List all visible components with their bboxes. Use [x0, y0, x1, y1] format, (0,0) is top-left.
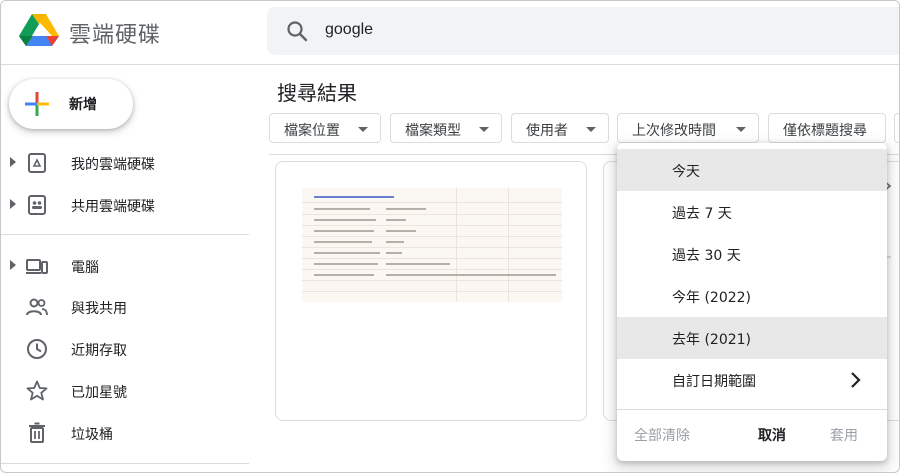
thumb-grid-line: [302, 269, 562, 270]
sidebar: 新增 我的雲端硬碟 共用雲端硬碟 電腦 與我共用 近期存取 已加星號 垃圾桶: [1, 65, 261, 472]
top-bar: 雲端硬碟 google: [1, 1, 899, 65]
thumb-text-line: [314, 241, 372, 243]
shared-drives-icon: [28, 195, 46, 215]
new-button-label: 新增: [69, 97, 97, 113]
date-option-custom-range[interactable]: 自訂日期範圍: [617, 359, 887, 401]
sidebar-item-starred[interactable]: 已加星號: [1, 372, 251, 410]
thumb-grid-line: [302, 247, 562, 248]
app-title: 雲端硬碟: [69, 23, 162, 48]
date-option-last-30-days[interactable]: 過去 30 天: [617, 233, 887, 275]
search-icon[interactable]: [285, 19, 309, 43]
thumb-grid-line: [302, 214, 562, 215]
thumb-text-line: [386, 208, 426, 210]
clear-all-button[interactable]: 全部清除: [634, 425, 690, 445]
expand-caret-icon[interactable]: [10, 260, 16, 270]
new-button[interactable]: 新增: [9, 79, 133, 129]
dropdown-arrow-icon: [358, 127, 368, 132]
thumb-text-line: [314, 230, 374, 232]
date-option-label: 過去 30 天: [672, 248, 741, 264]
app-window: 雲端硬碟 google 新增 我的雲端硬碟 共用雲端硬碟 電腦 與我共用 近期存…: [0, 0, 900, 473]
sidebar-item-trash[interactable]: 垃圾桶: [1, 414, 251, 452]
filter-chip-type[interactable]: 檔案類型: [390, 113, 502, 143]
date-option-label: 自訂日期範圍: [672, 374, 756, 390]
shared-with-me-icon: [26, 298, 48, 316]
sidebar-item-label: 近期存取: [71, 343, 127, 359]
sidebar-item-my-drive[interactable]: 我的雲端硬碟: [1, 144, 251, 182]
date-option-label: 去年 (2021): [672, 332, 752, 348]
sidebar-divider: [1, 463, 249, 464]
chevron-right-icon: [851, 372, 861, 388]
date-option-today[interactable]: 今天: [617, 149, 887, 191]
thumb-text-line: [386, 241, 404, 243]
thumb-grid-line: [302, 225, 562, 226]
filter-chip-modified[interactable]: 上次修改時間: [617, 113, 759, 143]
sidebar-item-label: 垃圾桶: [71, 427, 113, 443]
filter-chip-label: 檔案位置: [284, 123, 340, 139]
computers-icon: [26, 259, 48, 274]
thumb-text-line: [314, 252, 380, 254]
last-modified-dropdown: 今天 過去 7 天 過去 30 天 今年 (2022) 去年 (2021) 自訂…: [617, 143, 887, 461]
thumb-text-line: [314, 263, 378, 265]
date-option-last-7-days[interactable]: 過去 7 天: [617, 191, 887, 233]
google-drive-logo[interactable]: [19, 12, 59, 48]
date-option-label: 今年 (2022): [672, 290, 752, 306]
filter-chip-label: 僅依標題搜尋: [783, 123, 867, 139]
thumb-grid-line: [302, 258, 562, 259]
filter-chip-people[interactable]: 使用者: [511, 113, 609, 143]
thumb-text-line: [314, 274, 374, 276]
thumb-text-line: [386, 274, 556, 276]
thumb-grid-line: [508, 188, 509, 302]
cancel-button[interactable]: 取消: [758, 425, 786, 445]
date-option-label: 過去 7 天: [672, 206, 732, 222]
expand-caret-icon[interactable]: [10, 199, 16, 209]
filter-chip-more[interactable]: [894, 113, 899, 143]
filter-chip-label: 檔案類型: [405, 123, 461, 139]
sidebar-item-label: 共用雲端硬碟: [71, 199, 155, 215]
dropdown-arrow-icon: [736, 127, 746, 132]
filter-chip-label: 使用者: [526, 123, 568, 139]
date-option-last-year[interactable]: 去年 (2021): [617, 317, 887, 359]
filter-chip-title-only[interactable]: 僅依標題搜尋: [768, 113, 886, 143]
sidebar-item-shared-with-me[interactable]: 與我共用: [1, 288, 251, 326]
clock-icon: [27, 339, 47, 359]
dropdown-arrow-icon: [479, 127, 489, 132]
date-option-label: 今天: [672, 164, 700, 180]
search-input[interactable]: google: [325, 21, 373, 39]
thumb-text-line: [386, 252, 402, 254]
thumb-text-line: [314, 219, 376, 221]
menu-divider: [617, 409, 887, 410]
thumb-grid-line: [302, 236, 562, 237]
sidebar-item-label: 已加星號: [71, 385, 127, 401]
thumb-text-line: [386, 230, 416, 232]
plus-icon: [25, 92, 49, 116]
date-option-this-year[interactable]: 今年 (2022): [617, 275, 887, 317]
sidebar-item-label: 與我共用: [71, 301, 127, 317]
expand-caret-icon[interactable]: [10, 157, 16, 167]
star-icon: [26, 380, 48, 401]
page-title: 搜尋結果: [277, 81, 357, 105]
thumb-grid-line: [456, 188, 457, 302]
search-bar[interactable]: google: [267, 7, 899, 55]
thumb-grid-line: [302, 202, 562, 203]
sidebar-item-computers[interactable]: 電腦: [1, 247, 251, 285]
dropdown-arrow-icon: [586, 127, 596, 132]
apply-button[interactable]: 套用: [830, 425, 858, 445]
file-thumbnail: [302, 188, 562, 302]
thumb-text-line: [386, 263, 450, 265]
file-card[interactable]: [275, 161, 587, 421]
sidebar-item-label: 我的雲端硬碟: [71, 157, 155, 173]
thumb-grid-line: [302, 291, 562, 292]
sidebar-item-recent[interactable]: 近期存取: [1, 330, 251, 368]
thumb-grid-line: [302, 280, 562, 281]
sidebar-item-shared-drives[interactable]: 共用雲端硬碟: [1, 186, 251, 224]
filter-chip-location[interactable]: 檔案位置: [269, 113, 381, 143]
sidebar-item-label: 電腦: [71, 260, 99, 276]
thumb-text-line: [314, 196, 394, 198]
thumb-text-line: [386, 219, 406, 221]
my-drive-icon: [28, 153, 46, 173]
thumb-text-line: [314, 208, 370, 210]
trash-icon: [29, 422, 45, 443]
filter-chip-label: 上次修改時間: [632, 123, 716, 139]
sidebar-divider: [1, 234, 249, 235]
